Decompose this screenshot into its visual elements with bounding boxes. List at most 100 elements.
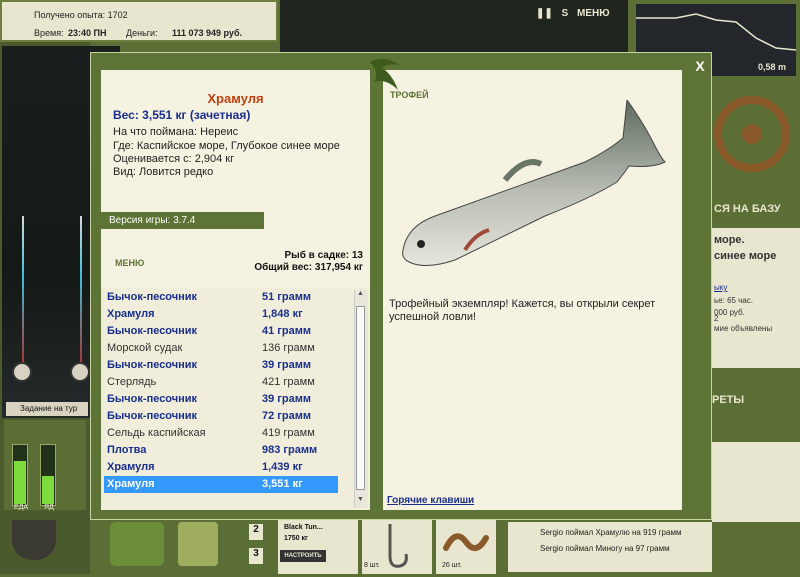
feed-line-1: Sergio поймал Храмулю на 919 грамм bbox=[540, 528, 682, 537]
catch-weight: 3,551 кг bbox=[262, 478, 303, 490]
hook-qty: 8 шт. bbox=[364, 562, 380, 569]
tackle-name: Black Tun... bbox=[284, 524, 323, 531]
hotkeys-link[interactable]: Горячие клавиши bbox=[387, 495, 474, 506]
trophy-label: ТРОФЕЙ bbox=[390, 90, 429, 100]
catch-row[interactable]: Бычок-песочник 41 грамм bbox=[104, 323, 338, 340]
task-bar[interactable]: Задание на тур bbox=[6, 402, 88, 416]
reel-1[interactable] bbox=[12, 362, 32, 382]
catch-weight: 419 грамм bbox=[262, 427, 315, 439]
catch-weight: 39 грамм bbox=[262, 393, 311, 405]
location-info-4: мие объявлены bbox=[714, 324, 773, 333]
catch-name: Храмуля bbox=[107, 478, 155, 490]
catch-weight: 39 грамм bbox=[262, 359, 311, 371]
catch-name: Бычок-песочник bbox=[107, 393, 198, 405]
catch-row[interactable]: Бычок-песочник 39 грамм bbox=[104, 391, 338, 408]
fish-kind: Вид: Ловится редко bbox=[113, 166, 214, 178]
top-controls: ❚❚ S МЕНЮ bbox=[536, 8, 616, 19]
rod-2[interactable] bbox=[80, 216, 82, 366]
catch-weight: 1,439 кг bbox=[262, 461, 303, 473]
gauges-panel: ЕДА ЯД bbox=[4, 420, 86, 511]
catch-weight: 136 грамм bbox=[262, 342, 315, 354]
location-line-1: море. bbox=[714, 234, 745, 246]
location-line-2: синее море bbox=[714, 250, 777, 262]
poison-gauge bbox=[40, 444, 56, 506]
location-info-2: 000 руб. bbox=[714, 308, 745, 317]
scroll-thumb[interactable] bbox=[356, 306, 365, 490]
catch-name: Плотва bbox=[107, 444, 147, 456]
scroll-up-icon[interactable]: ▲ bbox=[354, 290, 367, 302]
location-link[interactable]: ыку bbox=[714, 283, 727, 292]
bucket-icon[interactable] bbox=[178, 522, 218, 566]
time-value: 23:40 ПН bbox=[68, 28, 107, 38]
right-list bbox=[712, 442, 800, 522]
poison-gauge-label: ЯД bbox=[44, 504, 54, 511]
catch-name: Бычок-песочник bbox=[107, 410, 198, 422]
food-gauge bbox=[12, 444, 28, 506]
status-panel: Получено опыта: 1702 Время: 23:40 ПН Ден… bbox=[0, 0, 278, 42]
catch-weight: 983 грамм bbox=[262, 444, 318, 456]
ship-wheel-hub bbox=[742, 124, 762, 144]
catch-row[interactable]: Плотва 983 грамм bbox=[104, 442, 338, 459]
catch-name: Бычок-песочник bbox=[107, 359, 198, 371]
reel-2[interactable] bbox=[70, 362, 90, 382]
catch-location: Где: Каспийское море, Глубокое синее мор… bbox=[113, 140, 340, 152]
catch-name: Бычок-песочник bbox=[107, 325, 198, 337]
close-button[interactable]: X bbox=[692, 58, 708, 74]
catch-name: Храмуля bbox=[107, 308, 155, 320]
catch-name: Морской судак bbox=[107, 342, 183, 354]
time-label: Время: bbox=[34, 28, 64, 38]
slot-2-button[interactable]: 2 bbox=[249, 524, 263, 540]
cauldron-icon[interactable] bbox=[12, 520, 56, 560]
return-to-base-button[interactable]: СЯ НА БАЗУ bbox=[714, 203, 781, 215]
valued-from: Оценивается с: 2,904 кг bbox=[113, 153, 235, 165]
feed-line-2: Sergio поймал Миногу на 97 грамм bbox=[540, 544, 670, 553]
caught-on: На что поймана: Нереис bbox=[113, 126, 239, 138]
money-label: Деньги: bbox=[126, 28, 158, 38]
bait-qty: 26 шт. bbox=[442, 562, 462, 569]
experience-text: Получено опыта: 1702 bbox=[34, 10, 128, 20]
bait-basket-icon[interactable] bbox=[110, 522, 164, 566]
catch-row[interactable]: Бычок-песочник 39 грамм bbox=[104, 357, 338, 374]
catch-row[interactable]: Храмуля 1,848 кг bbox=[104, 306, 338, 323]
location-info-1: ье: 65 час. bbox=[714, 296, 754, 305]
catch-row[interactable]: Храмуля 1,439 кг bbox=[104, 459, 338, 476]
food-gauge-label: ЕДА bbox=[14, 504, 29, 511]
fish-trophy-icon bbox=[402, 100, 666, 266]
catch-row[interactable]: Стерлядь 421 грамм bbox=[104, 374, 338, 391]
catch-name: Стерлядь bbox=[107, 376, 157, 388]
catch-name: Храмуля bbox=[107, 461, 155, 473]
bait-slot[interactable]: 26 шт. bbox=[436, 518, 496, 574]
trophy-text: Трофейный экземпляр! Кажется, вы открыли… bbox=[389, 298, 656, 323]
catch-weight: 51 грамм bbox=[262, 291, 311, 303]
menu-button[interactable]: МЕНЮ bbox=[577, 8, 610, 19]
catch-weight: 41 грамм bbox=[262, 325, 311, 337]
slot-3-button[interactable]: 3 bbox=[249, 548, 263, 564]
catch-name: Бычок-песочник bbox=[107, 291, 198, 303]
catch-row[interactable]: Морской судак 136 грамм bbox=[104, 340, 338, 357]
catch-weight: 1,848 кг bbox=[262, 308, 303, 320]
tackle-weight: 1750 кг bbox=[284, 535, 308, 542]
location-info-3: 2 bbox=[714, 314, 719, 323]
hook-slot[interactable]: 8 шт. bbox=[362, 518, 432, 574]
depth-value: 0,58 m bbox=[757, 62, 786, 72]
catch-name: Сельдь каспийская bbox=[107, 427, 206, 439]
catch-row[interactable]: Сельдь каспийская 419 грамм bbox=[104, 425, 338, 442]
catch-row[interactable]: Бычок-песочник 51 грамм bbox=[104, 289, 338, 306]
secrets-button[interactable]: РЕТЫ bbox=[712, 394, 744, 406]
money-value: 111 073 949 руб. bbox=[172, 28, 243, 38]
task-label: Задание на тур bbox=[20, 404, 78, 413]
catch-weight: 72 грамм bbox=[262, 410, 311, 422]
scroll-down-icon[interactable]: ▼ bbox=[354, 496, 367, 508]
sound-icon[interactable]: S bbox=[562, 8, 569, 19]
rod-1[interactable] bbox=[22, 216, 24, 366]
setup-button[interactable]: НАСТРОИТЬ bbox=[280, 550, 326, 562]
catch-row[interactable]: Храмуля 3,551 кг bbox=[104, 476, 338, 493]
version-bar: Версия игры: 3.7.4 bbox=[101, 212, 264, 229]
menu-button[interactable]: МЕНЮ bbox=[115, 258, 144, 268]
catch-weight: 421 грамм bbox=[262, 376, 315, 388]
catch-row[interactable]: Бычок-песочник 72 грамм bbox=[104, 408, 338, 425]
fish-name: Храмуля bbox=[207, 91, 264, 106]
fish-weight: Вес: 3,551 кг (зачетная) bbox=[113, 108, 251, 122]
keepnet-count: Рыб в садке: 13 bbox=[284, 250, 363, 261]
pause-icon[interactable]: ❚❚ bbox=[536, 8, 553, 19]
